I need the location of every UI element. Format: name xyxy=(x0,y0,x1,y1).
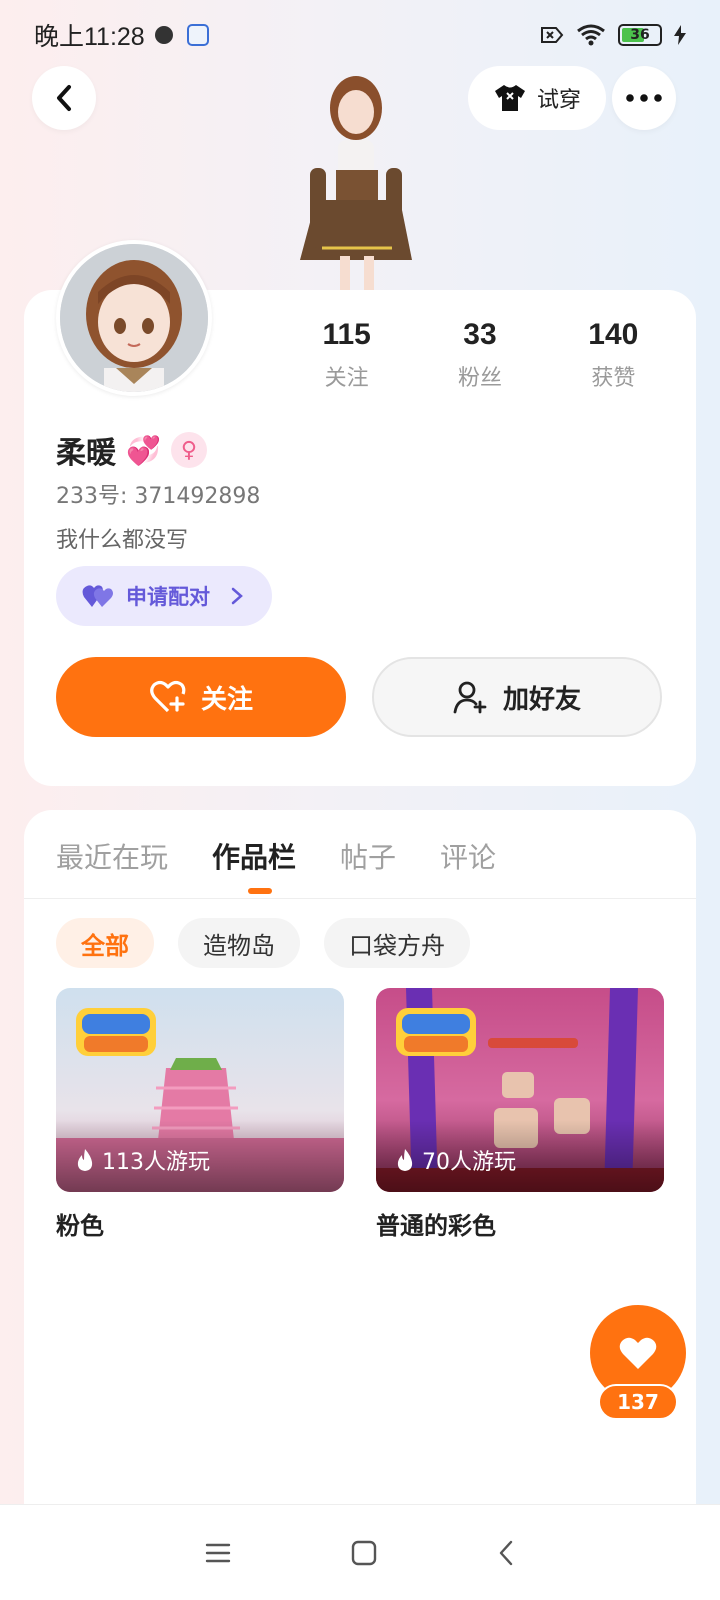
avatar-3d-figure xyxy=(280,70,430,292)
match-request-label: 申请配对 xyxy=(126,585,210,609)
wifi-icon xyxy=(577,24,605,46)
double-heart-icon xyxy=(82,585,113,607)
work-card[interactable]: 113人游玩 粉色 xyxy=(56,988,344,1241)
chevron-right-icon xyxy=(231,587,243,605)
add-friend-label: 加好友 xyxy=(502,684,581,715)
play-count-label: 113人游玩 xyxy=(102,1150,210,1175)
stats-row: 115 关注 33 粉丝 140 获赞 xyxy=(280,318,680,392)
chip-pocket-ark[interactable]: 口袋方舟 xyxy=(324,918,470,968)
username-row: 柔暖 💞 ♀ xyxy=(56,428,207,472)
flame-icon xyxy=(397,1149,413,1171)
match-request-button[interactable]: 申请配对 xyxy=(56,566,272,626)
add-user-icon xyxy=(453,681,487,714)
menu-icon[interactable] xyxy=(205,1542,231,1564)
tab-comments[interactable]: 评论 xyxy=(440,836,496,876)
tshirt-icon xyxy=(494,85,525,111)
work-title: 普通的彩色 xyxy=(376,1212,496,1240)
tab-recent-play[interactable]: 最近在玩 xyxy=(56,836,168,876)
filter-chips: 全部 造物岛 口袋方舟 xyxy=(56,918,470,968)
game-logo-icon xyxy=(76,1008,156,1056)
home-icon[interactable] xyxy=(351,1540,377,1566)
hearts-emoji: 💞 xyxy=(126,433,161,467)
follow-button[interactable]: 关注 xyxy=(56,657,346,737)
sim-off-icon xyxy=(541,27,564,43)
chevron-left-icon xyxy=(57,85,71,111)
follow-label: 关注 xyxy=(200,684,253,715)
stat-followers[interactable]: 33 粉丝 xyxy=(413,318,546,392)
battery-icon: 36 xyxy=(618,24,662,46)
chip-creation-island[interactable]: 造物岛 xyxy=(178,918,300,968)
chip-all[interactable]: 全部 xyxy=(56,918,154,968)
tab-bar: 最近在玩 作品栏 帖子 评论 xyxy=(56,836,496,876)
heart-plus-icon xyxy=(150,680,186,713)
battery-level: 36 xyxy=(630,27,650,43)
work-title: 粉色 xyxy=(56,1212,104,1240)
play-count-label: 70人游玩 xyxy=(422,1150,516,1175)
active-tab-indicator xyxy=(248,888,272,894)
bio: 我什么都没写 xyxy=(56,528,189,553)
female-icon: ♀ xyxy=(170,432,207,468)
work-thumbnail: 70人游玩 xyxy=(376,988,664,1192)
tab-works[interactable]: 作品栏 xyxy=(212,836,296,876)
add-friend-button[interactable]: 加好友 xyxy=(372,657,662,737)
notification-app-icon xyxy=(186,24,209,46)
charging-icon xyxy=(674,25,686,45)
status-icons: 36 xyxy=(538,24,686,46)
status-bar: 晚上11:28 36 xyxy=(0,0,720,70)
like-count: 137 xyxy=(598,1384,678,1420)
tabs-divider xyxy=(24,898,696,899)
stat-label: 关注 xyxy=(324,366,369,391)
stat-value: 115 xyxy=(322,318,371,351)
stat-label: 获赞 xyxy=(591,366,636,391)
more-button[interactable] xyxy=(612,66,676,130)
try-on-button[interactable]: 试穿 xyxy=(468,66,606,130)
stat-label: 粉丝 xyxy=(457,366,502,391)
work-card[interactable]: 70人游玩 普通的彩色 xyxy=(376,988,664,1241)
play-count: 113人游玩 xyxy=(76,1144,210,1176)
flame-icon xyxy=(77,1149,93,1171)
heart-icon xyxy=(619,1337,657,1369)
try-on-label: 试穿 xyxy=(536,88,581,113)
game-logo-icon xyxy=(396,1008,476,1056)
tab-posts[interactable]: 帖子 xyxy=(340,836,396,876)
stat-value: 33 xyxy=(463,318,497,351)
system-nav-bar xyxy=(0,1504,720,1600)
clock-app-icon xyxy=(154,26,173,44)
back-nav-icon[interactable] xyxy=(497,1539,515,1567)
work-thumbnail: 113人游玩 xyxy=(56,988,344,1192)
stat-value: 140 xyxy=(588,318,639,351)
stat-likes[interactable]: 140 获赞 xyxy=(547,318,680,392)
stat-following[interactable]: 115 关注 xyxy=(280,318,413,392)
works-grid: 113人游玩 粉色 70人游玩 普通的彩色 xyxy=(56,988,664,1241)
more-dots-icon xyxy=(626,94,662,102)
username: 柔暖 xyxy=(56,436,116,471)
back-button[interactable] xyxy=(32,66,96,130)
play-count: 70人游玩 xyxy=(396,1144,516,1176)
avatar[interactable] xyxy=(56,240,212,396)
status-time: 晚上11:28 xyxy=(34,23,145,51)
user-id: 233号: 371492898 xyxy=(56,484,261,509)
